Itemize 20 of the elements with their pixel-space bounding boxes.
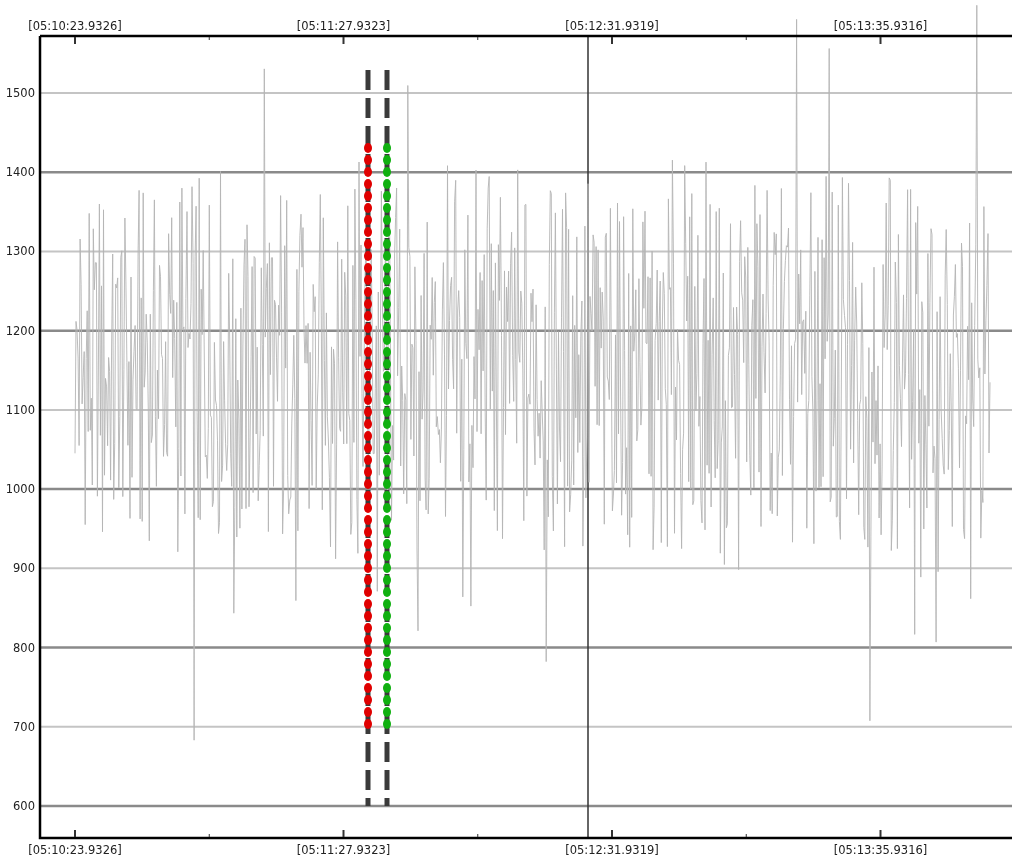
- axis-label: 700: [13, 719, 35, 734]
- axis-label: 1100: [5, 402, 35, 417]
- time-label: [05:11:27.9323]: [296, 19, 391, 33]
- axis-label: 1300: [5, 244, 35, 259]
- time-label: [05:12:31.9319]: [565, 19, 659, 33]
- time-label: [05:10:23.9326]: [28, 843, 122, 857]
- axis-label: 800: [13, 640, 35, 655]
- cursor-line[interactable]: [384, 70, 390, 806]
- axis-label: 600: [13, 799, 35, 813]
- axis-label: 1000: [5, 482, 35, 497]
- time-label: [05:13:35.9316]: [833, 843, 928, 857]
- axis-label: 1200: [5, 323, 35, 338]
- axis-label: 900: [13, 561, 35, 576]
- time-label: [05:11:27.9323]: [296, 843, 391, 857]
- time-label: [05:10:23.9326]: [28, 19, 122, 33]
- axis-label: 1400: [5, 165, 35, 180]
- time-label: [05:12:31.9319]: [565, 843, 659, 857]
- cursor-line[interactable]: [365, 70, 371, 806]
- time-label: [05:13:35.9316]: [833, 19, 928, 33]
- axis-label: 1500: [5, 86, 35, 100]
